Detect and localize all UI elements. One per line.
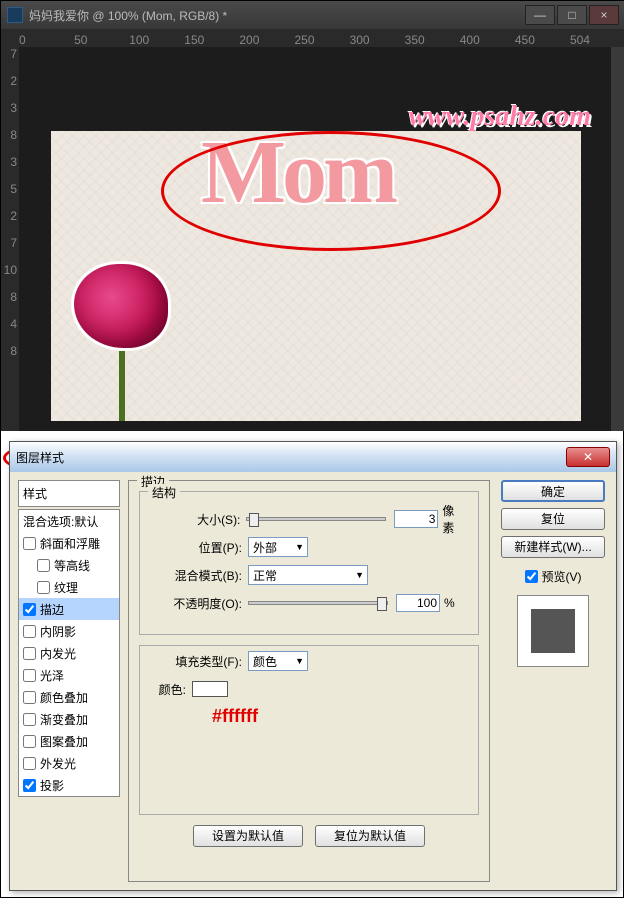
size-slider[interactable] bbox=[246, 517, 386, 521]
dialog-close-button[interactable]: ✕ bbox=[566, 447, 610, 467]
set-default-button[interactable]: 设置为默认值 bbox=[193, 825, 303, 847]
maximize-button[interactable]: □ bbox=[557, 5, 587, 25]
opacity-slider-thumb[interactable] bbox=[377, 597, 387, 611]
style-texture[interactable]: 纹理 bbox=[19, 576, 119, 598]
opacity-label: 不透明度(O): bbox=[152, 595, 242, 612]
position-dropdown[interactable]: 外部 bbox=[248, 537, 308, 557]
ps-app-icon bbox=[7, 7, 23, 23]
color-swatch[interactable] bbox=[192, 681, 228, 697]
dialog-title: 图层样式 bbox=[16, 449, 566, 466]
style-bevel[interactable]: 斜面和浮雕 bbox=[19, 532, 119, 554]
layer-style-dialog: 图层样式 ✕ 样式 混合选项:默认 斜面和浮雕 等高线 纹理 描边 内阴影 内发… bbox=[9, 441, 617, 891]
blend-label: 混合模式(B): bbox=[152, 567, 242, 584]
new-style-button[interactable]: 新建样式(W)... bbox=[501, 536, 605, 558]
style-outer-glow-check[interactable] bbox=[23, 757, 36, 770]
reset-default-button[interactable]: 复位为默认值 bbox=[315, 825, 425, 847]
preview-label: 预览(V) bbox=[542, 568, 582, 585]
filltype-label: 填充类型(F): bbox=[152, 653, 242, 670]
style-texture-check[interactable] bbox=[37, 581, 50, 594]
size-input[interactable] bbox=[394, 510, 438, 528]
position-label: 位置(P): bbox=[152, 539, 242, 556]
opacity-input[interactable] bbox=[396, 594, 440, 612]
structure-legend: 结构 bbox=[148, 484, 180, 501]
preview-box bbox=[517, 595, 589, 667]
fill-fieldset: 填充类型(F): 颜色 颜色: #ffffff bbox=[139, 645, 479, 815]
style-inner-shadow[interactable]: 内阴影 bbox=[19, 620, 119, 642]
ok-button[interactable]: 确定 bbox=[501, 480, 605, 502]
size-label: 大小(S): bbox=[152, 511, 240, 528]
style-gradient-overlay-check[interactable] bbox=[23, 713, 36, 726]
preview-checkbox[interactable] bbox=[525, 570, 538, 583]
style-drop-shadow[interactable]: 投影 bbox=[19, 774, 119, 796]
photoshop-window: 妈妈我爱你 @ 100% (Mom, RGB/8) * — □ × 050100… bbox=[1, 1, 624, 431]
right-button-column: 确定 复位 新建样式(W)... 预览(V) bbox=[498, 480, 608, 882]
flower-stem bbox=[119, 351, 125, 421]
watermark-text: www.psahz.com bbox=[408, 101, 591, 133]
canvas[interactable]: Mom bbox=[51, 131, 581, 421]
style-bevel-check[interactable] bbox=[23, 537, 36, 550]
styles-header[interactable]: 样式 bbox=[18, 480, 120, 507]
filltype-dropdown[interactable]: 颜色 bbox=[248, 651, 308, 671]
minimize-button[interactable]: — bbox=[525, 5, 555, 25]
blend-dropdown[interactable]: 正常 bbox=[248, 565, 368, 585]
style-stroke[interactable]: 描边 bbox=[19, 598, 119, 620]
styles-column: 样式 混合选项:默认 斜面和浮雕 等高线 纹理 描边 内阴影 内发光 光泽 颜色… bbox=[18, 480, 120, 882]
style-pattern-overlay-check[interactable] bbox=[23, 735, 36, 748]
flower-head bbox=[71, 261, 171, 351]
canvas-area[interactable]: www.psahz.com Mom bbox=[19, 47, 611, 431]
style-drop-shadow-check[interactable] bbox=[23, 779, 36, 792]
style-satin-check[interactable] bbox=[23, 669, 36, 682]
style-color-overlay[interactable]: 颜色叠加 bbox=[19, 686, 119, 708]
style-satin[interactable]: 光泽 bbox=[19, 664, 119, 686]
flower-layer[interactable] bbox=[71, 261, 191, 421]
style-contour-check[interactable] bbox=[37, 559, 50, 572]
size-slider-thumb[interactable] bbox=[249, 513, 259, 527]
style-pattern-overlay[interactable]: 图案叠加 bbox=[19, 730, 119, 752]
opacity-slider[interactable] bbox=[248, 601, 388, 605]
styles-list: 混合选项:默认 斜面和浮雕 等高线 纹理 描边 内阴影 内发光 光泽 颜色叠加 … bbox=[18, 509, 120, 797]
size-unit: 像素 bbox=[442, 502, 466, 536]
style-inner-shadow-check[interactable] bbox=[23, 625, 36, 638]
style-inner-glow-check[interactable] bbox=[23, 647, 36, 660]
mom-text-layer[interactable]: Mom bbox=[201, 121, 394, 224]
opacity-unit: % bbox=[444, 596, 455, 610]
style-stroke-check[interactable] bbox=[23, 603, 36, 616]
color-hex-annotation: #ffffff bbox=[212, 706, 466, 727]
preview-swatch bbox=[531, 609, 575, 653]
ps-titlebar: 妈妈我爱你 @ 100% (Mom, RGB/8) * — □ × bbox=[1, 1, 624, 29]
close-button[interactable]: × bbox=[589, 5, 619, 25]
cancel-button[interactable]: 复位 bbox=[501, 508, 605, 530]
document-title: 妈妈我爱你 @ 100% (Mom, RGB/8) * bbox=[29, 7, 523, 24]
style-color-overlay-check[interactable] bbox=[23, 691, 36, 704]
dialog-titlebar[interactable]: 图层样式 ✕ bbox=[10, 442, 616, 472]
ruler-horizontal: 050100150200250300350400450504 bbox=[1, 29, 624, 47]
style-outer-glow[interactable]: 外发光 bbox=[19, 752, 119, 774]
style-gradient-overlay[interactable]: 渐变叠加 bbox=[19, 708, 119, 730]
ruler-vertical: 7238352710848 bbox=[1, 47, 19, 431]
style-contour[interactable]: 等高线 bbox=[19, 554, 119, 576]
structure-fieldset: 结构 大小(S): 像素 位置(P): 外部 混合模式(B): 正常 不透明度(… bbox=[139, 491, 479, 635]
settings-panel: 描边 结构 大小(S): 像素 位置(P): 外部 混合模式(B): 正常 bbox=[128, 480, 490, 882]
color-label: 颜色: bbox=[152, 681, 186, 698]
style-inner-glow[interactable]: 内发光 bbox=[19, 642, 119, 664]
blend-options-default[interactable]: 混合选项:默认 bbox=[19, 510, 119, 532]
